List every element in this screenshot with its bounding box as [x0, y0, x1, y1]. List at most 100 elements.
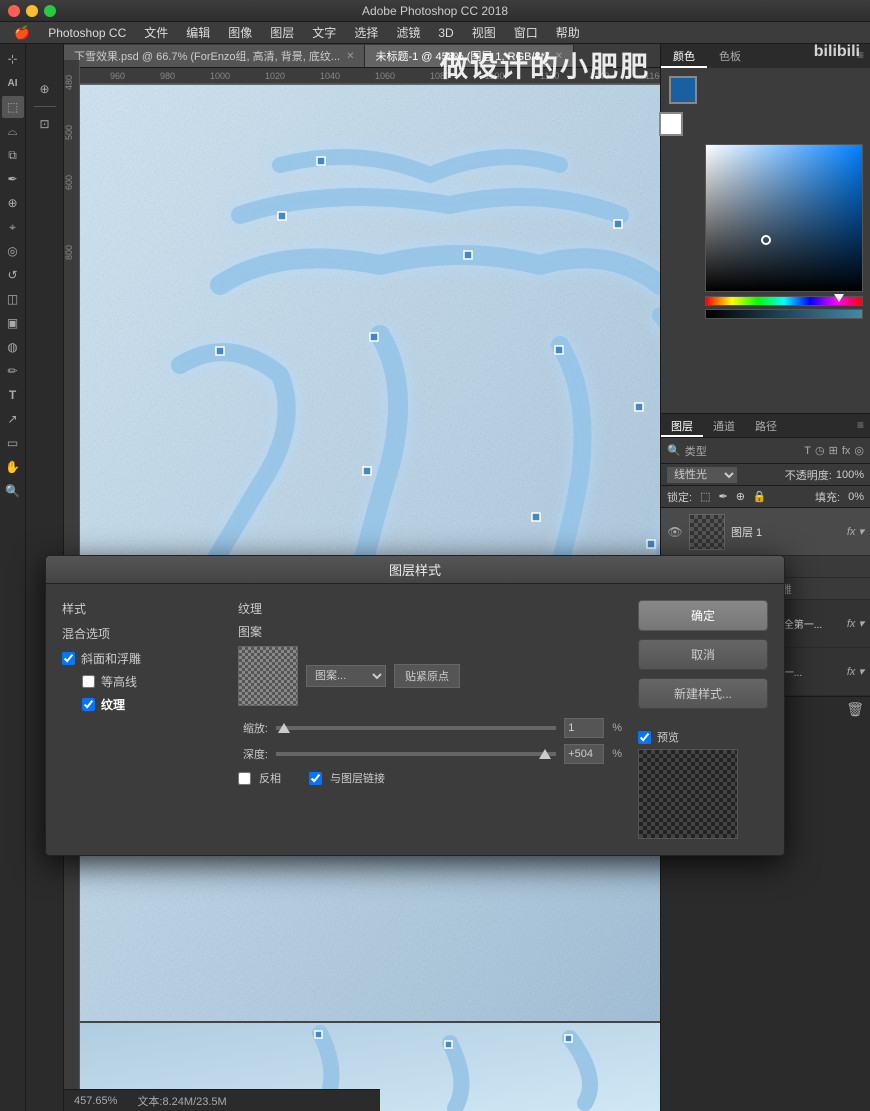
option-texture[interactable]: 纹理	[82, 696, 222, 713]
tab-color[interactable]: 颜色	[661, 44, 707, 68]
options-icon-1[interactable]: ⊕	[34, 78, 56, 100]
tool-gradient[interactable]: ▣	[2, 312, 24, 334]
menu-text[interactable]: 文字	[304, 22, 344, 43]
menu-layer[interactable]: 图层	[262, 22, 302, 43]
close-button[interactable]	[8, 5, 20, 17]
tool-stamp[interactable]: ◎	[2, 240, 24, 262]
layer-item-1[interactable]: 👁 图层 1 fx ▾	[661, 508, 870, 556]
lock-icon-3[interactable]: ⊕	[736, 490, 745, 503]
ok-button[interactable]: 确定	[638, 600, 768, 631]
tab-layers[interactable]: 图层	[661, 414, 703, 437]
minimize-button[interactable]	[26, 5, 38, 17]
option-bevel[interactable]: 斜面和浮雕	[62, 650, 222, 667]
snap-to-origin-button[interactable]: 贴紧原点	[394, 664, 460, 688]
depth-slider-track[interactable]	[276, 752, 556, 756]
checkbox-bevel[interactable]	[62, 652, 75, 665]
tool-select[interactable]: ⬚	[2, 96, 24, 118]
ruler-horizontal: 960 980 1000 1020 1040 1060 1080 1100 11…	[64, 68, 660, 84]
tool-lasso[interactable]: ⌓	[2, 120, 24, 142]
checkbox-link[interactable]	[309, 772, 322, 785]
layer-visibility-1[interactable]: 👁	[667, 525, 683, 539]
tab-untitled[interactable]: 未标题-1 @ 458% (图层 1, RGB/8*) ✕	[365, 45, 574, 67]
color-gradient-box[interactable]	[705, 144, 863, 292]
cancel-button[interactable]: 取消	[638, 639, 768, 670]
scale-slider-track[interactable]	[276, 726, 556, 730]
menu-help[interactable]: 帮助	[548, 22, 588, 43]
checkbox-contour[interactable]	[82, 675, 95, 688]
tab-channels[interactable]: 通道	[703, 414, 745, 437]
tool-zoom[interactable]: 🔍	[2, 480, 24, 502]
tool-shape[interactable]: ▭	[2, 432, 24, 454]
apple-menu[interactable]: 🍎	[6, 25, 38, 41]
tool-history[interactable]: ↺	[2, 264, 24, 286]
section-texture-title: 纹理	[238, 600, 622, 617]
tool-crop[interactable]: ⧉	[2, 144, 24, 166]
link-label: 与图层链接	[330, 770, 385, 786]
tool-eraser[interactable]: ◫	[2, 288, 24, 310]
menu-edit[interactable]: 编辑	[178, 22, 218, 43]
lock-icon-2[interactable]: ✒	[718, 490, 727, 503]
tool-brush[interactable]: ⌖	[2, 216, 24, 238]
options-icon-2[interactable]: ⊡	[34, 113, 56, 135]
reverse-row: 反相 与图层链接	[238, 770, 622, 786]
dialog-body: 样式 混合选项 斜面和浮雕 等高线 纹理 纹理 图案	[46, 584, 784, 855]
dialog-options-panel: 样式 混合选项 斜面和浮雕 等高线 纹理	[62, 600, 222, 839]
background-color[interactable]	[659, 112, 683, 136]
brightness-slider[interactable]	[705, 309, 863, 319]
hue-slider-thumb	[834, 294, 844, 302]
tab-snow-effect[interactable]: 下雪效果.psd @ 66.7% (ForEnzo组, 高清, 背景, 底纹..…	[64, 45, 365, 67]
layer-thumbnail-1	[689, 514, 725, 550]
tool-hand[interactable]: ✋	[2, 456, 24, 478]
menu-photoshop[interactable]: Photoshop CC	[40, 24, 134, 42]
svg-text:960: 960	[110, 71, 125, 81]
checkbox-reverse[interactable]	[238, 772, 251, 785]
option-contour[interactable]: 等高线	[82, 673, 222, 690]
tool-heal[interactable]: ⊕	[2, 192, 24, 214]
canvas-content	[80, 85, 660, 1021]
lock-icon-1[interactable]: ⬚	[700, 490, 710, 503]
checkbox-texture[interactable]	[82, 698, 95, 711]
scale-input[interactable]	[564, 718, 604, 738]
new-style-button[interactable]: 新建样式...	[638, 678, 768, 709]
layers-panel-menu[interactable]: ≡	[851, 414, 870, 437]
tool-text[interactable]: T	[2, 384, 24, 406]
menu-3d[interactable]: 3D	[430, 24, 461, 42]
depth-input[interactable]	[564, 744, 604, 764]
foreground-color[interactable]	[669, 76, 697, 104]
menu-file[interactable]: 文件	[136, 22, 176, 43]
menu-view[interactable]: 视图	[464, 22, 504, 43]
panel-menu[interactable]: ≡	[851, 44, 870, 68]
traffic-lights[interactable]	[8, 5, 56, 17]
hue-slider[interactable]	[705, 296, 863, 306]
pattern-section: 图案 图案... 贴紧原点	[238, 623, 622, 706]
tab-close-untitled[interactable]: ✕	[555, 51, 563, 62]
layer-info-1: 图层 1	[731, 524, 841, 540]
tool-dodge[interactable]: ◍	[2, 336, 24, 358]
tool-move[interactable]: ⊹	[2, 48, 24, 70]
maximize-button[interactable]	[44, 5, 56, 17]
svg-text:1000: 1000	[210, 71, 230, 81]
blend-mode-select[interactable]: 线性光 正常 溶解 正片叠底	[667, 467, 737, 483]
menu-window[interactable]: 窗口	[506, 22, 546, 43]
menu-image[interactable]: 图像	[220, 22, 260, 43]
search-icon: 🔍	[667, 444, 681, 457]
delete-layer-icon[interactable]: 🗑	[846, 701, 864, 718]
menu-select[interactable]: 选择	[346, 22, 386, 43]
brightness-slider-row	[705, 309, 862, 319]
pattern-preview[interactable]	[238, 646, 298, 706]
checkbox-preview[interactable]	[638, 731, 651, 744]
menu-filter[interactable]: 滤镜	[388, 22, 428, 43]
tool-eyedropper[interactable]: ✒	[2, 168, 24, 190]
tab-close-snow[interactable]: ✕	[346, 51, 354, 62]
svg-text:1060: 1060	[375, 71, 395, 81]
fill-value: 0%	[848, 491, 864, 503]
preview-label: 预览	[657, 729, 679, 745]
lock-icon-4[interactable]: 🔒	[753, 490, 767, 503]
pattern-dropdown[interactable]: 图案...	[306, 665, 386, 687]
tab-swatches[interactable]: 色板	[707, 44, 753, 68]
tool-path-select[interactable]: ↗	[2, 408, 24, 430]
tool-ai[interactable]: AI	[2, 72, 24, 94]
layer-name-1: 图层 1	[731, 524, 841, 540]
tab-paths[interactable]: 路径	[745, 414, 787, 437]
tool-pen[interactable]: ✏	[2, 360, 24, 382]
